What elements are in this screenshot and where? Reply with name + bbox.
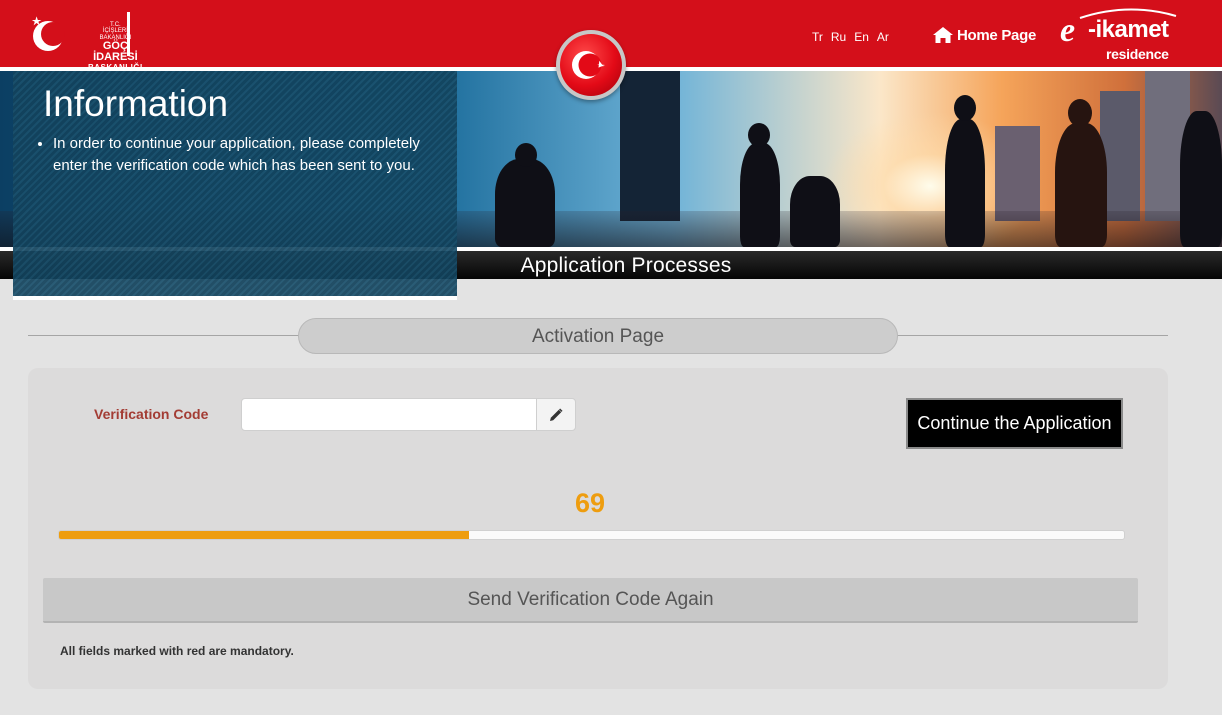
person-head [1068, 99, 1092, 127]
person-head [515, 143, 537, 167]
person-silhouette [495, 159, 555, 247]
activation-page-title: Activation Page [298, 318, 898, 354]
person-silhouette [790, 176, 840, 247]
lang-ru[interactable]: Ru [831, 30, 846, 44]
countdown-progress-bar [58, 530, 1125, 540]
verification-code-input[interactable] [241, 398, 537, 431]
person-head [954, 95, 976, 121]
goc-idaresi-logo[interactable]: T.C. İÇİŞLERİ BAKANLIĞI GÖÇ İDARESİ BAŞK… [28, 10, 142, 72]
home-page-link[interactable]: Home Page [932, 26, 1036, 44]
org-logo-text: T.C. İÇİŞLERİ BAKANLIĞI GÖÇ İDARESİ BAŞK… [88, 22, 143, 72]
org-line-3: GÖÇ İDARESİ [93, 39, 138, 64]
person-silhouette [1180, 111, 1222, 247]
information-bullet: In order to continue your application, p… [53, 133, 443, 177]
countdown-timer: 69 [574, 488, 606, 518]
building-silhouette-3 [995, 126, 1040, 221]
information-list: In order to continue your application, p… [53, 133, 443, 177]
brand-sub: residence [1106, 46, 1169, 62]
tower-silhouette [620, 71, 680, 221]
pencil-icon [550, 407, 563, 421]
crescent-star-logo-icon [31, 16, 65, 51]
home-icon [933, 27, 953, 43]
turkish-flag-icon [560, 34, 622, 96]
language-switcher: Tr Ru En Ar [812, 30, 889, 44]
countdown-progress-fill [59, 531, 470, 539]
lang-ar[interactable]: Ar [877, 30, 889, 44]
org-line-2: İÇİŞLERİ BAKANLIĞI [99, 28, 132, 41]
person-silhouette [740, 143, 780, 247]
person-silhouette [945, 119, 985, 247]
brand-e: e [1060, 12, 1076, 49]
lang-en[interactable]: En [854, 30, 869, 44]
resend-verification-code-button[interactable]: Send Verification Code Again [43, 578, 1138, 623]
mandatory-fields-note: All fields marked with red are mandatory… [60, 644, 294, 658]
e-ikamet-logo[interactable]: e -ikamet residence [1058, 6, 1183, 64]
person-silhouette [1055, 123, 1107, 247]
continue-application-button[interactable]: Continue the Application [906, 398, 1123, 449]
information-title: Information [43, 83, 229, 124]
verification-code-addon[interactable] [536, 398, 576, 431]
lang-tr[interactable]: Tr [812, 30, 823, 44]
information-panel: Information In order to continue your ap… [13, 71, 457, 300]
home-page-label: Home Page [957, 26, 1036, 44]
brand-word: -ikamet [1088, 16, 1169, 43]
logo-divider [127, 12, 130, 56]
verification-code-label: Verification Code [94, 406, 209, 422]
person-head [748, 123, 770, 147]
turkish-flag-medallion [556, 30, 626, 100]
